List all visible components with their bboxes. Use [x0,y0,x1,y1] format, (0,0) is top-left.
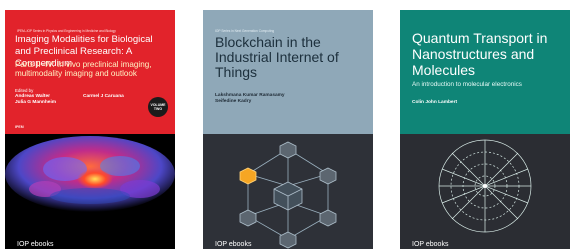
cover-artwork-scan [5,134,175,249]
volume-badge: VOLUME TWO [148,97,168,117]
series-label: IPEM–IOP Series in Physics and Engineeri… [17,29,116,33]
edited-by-label: Edited by [15,88,34,93]
polar-diagram-illustration [438,139,532,233]
publisher-logo: IOP ebooks [215,241,252,248]
book-cover-imaging-modalities[interactable]: IPEM–IOP Series in Physics and Engineeri… [5,10,175,249]
book-authors-right: Carmel J Caruana [83,94,124,99]
book-authors: Lakshmana Kumar Ramasamy Seifedine Kadry [215,93,285,104]
cover-artwork-blocks [203,134,373,249]
book-title: Blockchain in the Industrial Internet of… [215,34,339,80]
cover-artwork-polar [400,134,570,249]
publisher-logo: IOP ebooks [17,241,54,248]
blockchain-network-illustration [239,141,337,249]
book-authors: Colin John Lambert [412,100,458,105]
book-title: Quantum Transport in Nanostructures and … [412,30,548,78]
mri-scan-illustration [5,136,175,212]
book-cover-blockchain-iiot[interactable]: IOP Series in Next Generation Computing … [203,10,373,249]
book-cover-quantum-transport[interactable]: Quantum Transport in Nanostructures and … [400,10,570,249]
ipem-logo: IPEM [15,125,24,129]
book-authors-left: Andreas Walter Julia G Mannheim [15,94,57,105]
ipem-imprint: IPEM [15,125,27,129]
series-label: IOP Series in Next Generation Computing [215,29,275,33]
book-subtitle: An introduction to molecular electronics [412,81,522,88]
publisher-logo: IOP ebooks [412,241,449,248]
book-subtitle: Parts II–IV: In vivo preclinical imaging… [15,60,152,78]
